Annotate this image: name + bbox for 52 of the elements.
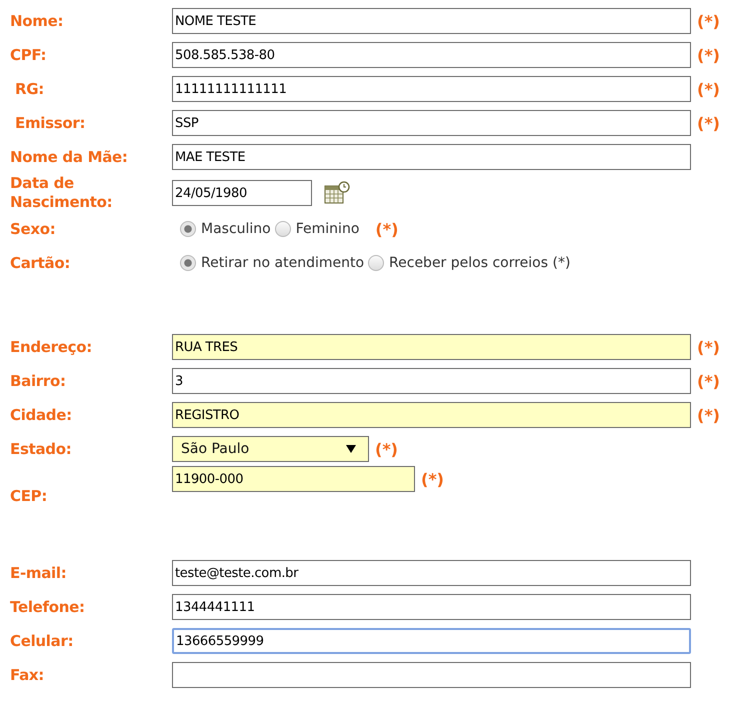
field-label: Cidade: bbox=[10, 406, 73, 424]
field-label: Telefone: bbox=[10, 598, 86, 616]
input-field[interactable]: RUA TRES bbox=[172, 334, 691, 360]
field-label: Emissor: bbox=[15, 114, 86, 132]
input-field[interactable]: 11111111111111 bbox=[172, 76, 691, 102]
input-field[interactable]: REGISTRO bbox=[172, 402, 691, 428]
required-mark: (*) bbox=[697, 12, 720, 30]
field-label: Nome da Mãe: bbox=[10, 148, 129, 166]
required-mark: (*) bbox=[697, 80, 720, 98]
input-field[interactable] bbox=[172, 662, 691, 688]
calendar-icon[interactable] bbox=[324, 181, 350, 205]
option-label[interactable]: Masculino bbox=[201, 221, 271, 237]
required-mark: (*) bbox=[375, 440, 398, 458]
input-field[interactable]: teste@teste.com.br bbox=[172, 560, 691, 586]
required-mark: (*) bbox=[697, 114, 720, 132]
input-field[interactable]: MAE TESTE bbox=[172, 144, 691, 170]
input-field[interactable]: 1344441111 bbox=[172, 594, 691, 620]
radio-button[interactable] bbox=[274, 221, 291, 237]
input-field[interactable]: 3 bbox=[172, 368, 691, 394]
date-field[interactable]: 24/05/1980 bbox=[172, 180, 312, 206]
option-label[interactable]: Retirar no atendimento bbox=[201, 255, 364, 271]
required-mark: (*) bbox=[697, 372, 720, 390]
radio-button[interactable] bbox=[180, 255, 196, 271]
input-field[interactable]: 508.585.538-80 bbox=[172, 42, 691, 68]
required-mark: (*) bbox=[375, 220, 398, 238]
field-label: CEP: bbox=[10, 487, 48, 506]
field-label: Cartão: bbox=[10, 254, 72, 272]
radio-button[interactable] bbox=[368, 255, 384, 271]
field-label: Estado: bbox=[10, 440, 72, 458]
required-mark: (*) bbox=[697, 338, 720, 356]
field-label: Bairro: bbox=[10, 372, 67, 390]
field-label: RG: bbox=[15, 80, 45, 98]
field-label: Data de Nascimento: bbox=[10, 174, 114, 212]
caret-icon bbox=[346, 445, 356, 453]
required-mark: (*) bbox=[697, 46, 720, 64]
option-label[interactable]: Receber pelos correios (*) bbox=[389, 255, 570, 271]
field-label: Nome: bbox=[10, 12, 64, 30]
field-label: Sexo: bbox=[10, 220, 56, 238]
state-dropdown[interactable]: São Paulo bbox=[172, 436, 369, 462]
field-label: E-mail: bbox=[10, 564, 68, 582]
option-label[interactable]: Feminino bbox=[296, 221, 360, 237]
input-field[interactable]: NOME TESTE bbox=[172, 8, 691, 34]
input-field[interactable]: SSP bbox=[172, 110, 691, 136]
input-field[interactable]: 13666559999 bbox=[172, 628, 691, 654]
input-field[interactable]: 11900-000 bbox=[172, 466, 415, 492]
required-mark: (*) bbox=[697, 406, 720, 424]
required-mark: (*) bbox=[421, 470, 444, 488]
radio-button[interactable] bbox=[180, 221, 196, 237]
field-label: CPF: bbox=[10, 46, 48, 64]
field-label: Endereço: bbox=[10, 338, 93, 356]
field-label: Celular: bbox=[10, 632, 74, 650]
field-label: Fax: bbox=[10, 666, 45, 684]
